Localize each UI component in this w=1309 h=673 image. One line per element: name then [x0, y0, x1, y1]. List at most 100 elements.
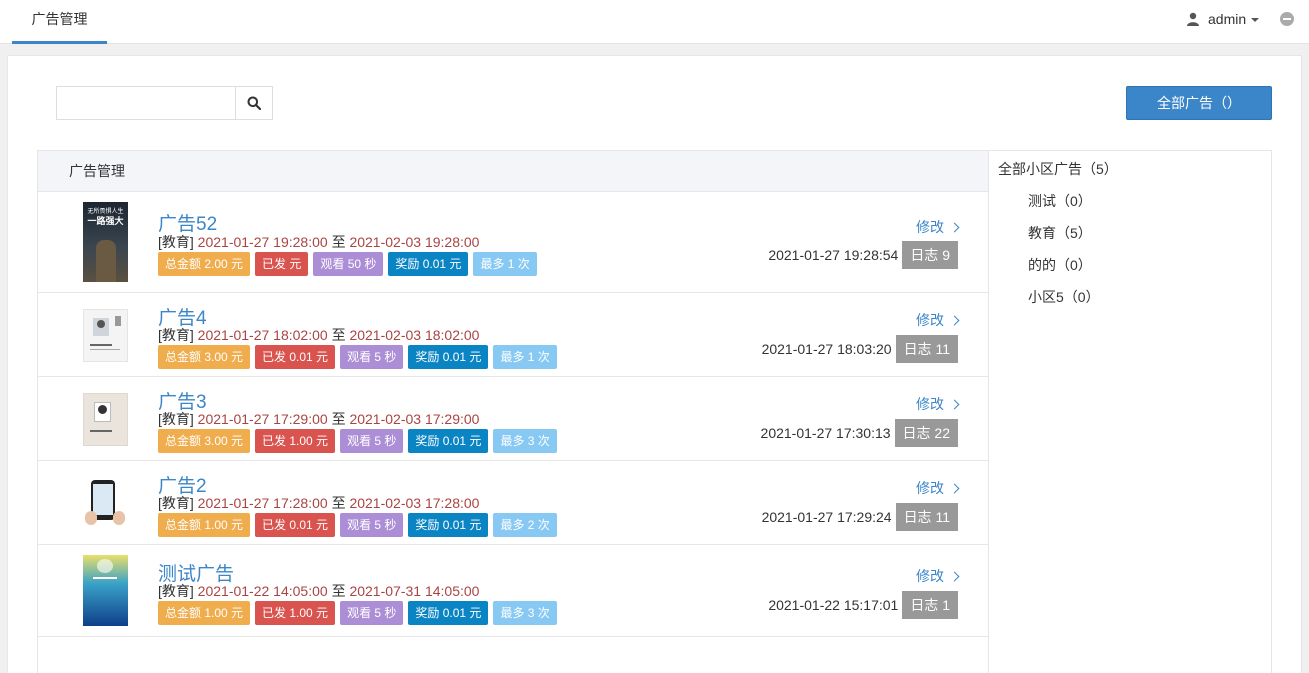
search-icon	[247, 96, 261, 110]
ad-time-wrap: 2021-01-27 18:03:20 日志 11	[762, 335, 958, 363]
log-button[interactable]: 日志 22	[894, 419, 958, 447]
ad-created-time: 2021-01-22 15:17:01	[768, 597, 899, 613]
ad-start: 2021-01-27 18:02:00	[197, 327, 328, 343]
category-item[interactable]: 的的（0）	[1028, 255, 1092, 275]
edit-link[interactable]: 修改	[916, 310, 960, 330]
badge-total: 总金额 2.00 元	[158, 252, 251, 276]
badge-watch: 观看 5 秒	[340, 513, 404, 537]
tab-ad-management[interactable]: 广告管理	[12, 0, 107, 44]
thumb-text-1: 无所畏惧人生	[87, 209, 124, 215]
ad-category: [教育]	[158, 234, 194, 250]
ad-end: 2021-02-03 18:02:00	[349, 327, 480, 343]
ad-time-wrap: 2021-01-27 17:29:24 日志 11	[762, 503, 958, 531]
ad-thumbnail[interactable]	[83, 309, 128, 362]
ad-meta: [教育] 2021-01-27 18:02:00 至 2021-02-03 18…	[158, 325, 479, 345]
ad-row: 广告3 [教育] 2021-01-27 17:29:00 至 2021-02-0…	[38, 377, 988, 461]
ad-time-wrap: 2021-01-27 17:30:13 日志 22	[761, 419, 958, 447]
ad-thumbnail[interactable]: 无所畏惧人生 一路强大	[83, 202, 128, 282]
log-button[interactable]: 日志 1	[902, 591, 958, 619]
ad-thumbnail[interactable]	[83, 477, 128, 530]
badge-sent: 已发 0.01 元	[255, 345, 336, 369]
badge-watch: 观看 5 秒	[340, 429, 404, 453]
badge-reward: 奖励 0.01 元	[408, 601, 489, 625]
ad-badges: 总金额 2.00 元 已发 元 观看 50 秒 奖励 0.01 元 最多 1 次	[158, 252, 537, 276]
ad-category: [教育]	[158, 327, 194, 343]
ad-badges: 总金额 1.00 元 已发 0.01 元 观看 5 秒 奖励 0.01 元 最多…	[158, 513, 557, 537]
chevron-right-icon	[949, 399, 960, 409]
badge-max: 最多 3 次	[493, 601, 557, 625]
chevron-right-icon	[949, 315, 960, 325]
category-item[interactable]: 教育（5）	[1028, 223, 1092, 243]
ad-start: 2021-01-22 14:05:00	[197, 583, 328, 599]
badge-reward: 奖励 0.01 元	[408, 513, 489, 537]
badge-watch: 观看 5 秒	[340, 601, 404, 625]
ad-to: 至	[331, 495, 346, 511]
ad-category: [教育]	[158, 411, 194, 427]
edit-link[interactable]: 修改	[916, 566, 960, 586]
badge-reward: 奖励 0.01 元	[408, 345, 489, 369]
category-item[interactable]: 小区5（0）	[1028, 287, 1100, 307]
badge-total: 总金额 3.00 元	[158, 429, 251, 453]
badge-sent: 已发 元	[255, 252, 309, 276]
badge-watch: 观看 5 秒	[340, 345, 404, 369]
ad-end: 2021-02-03 17:29:00	[349, 411, 480, 427]
badge-total: 总金额 3.00 元	[158, 345, 251, 369]
ad-created-time: 2021-01-27 19:28:54	[768, 247, 899, 263]
category-all[interactable]: 全部小区广告（5）	[998, 159, 1118, 179]
edit-label: 修改	[916, 480, 944, 496]
message-icon[interactable]	[1280, 12, 1294, 26]
thumb-text-2: 一路强大	[87, 216, 124, 226]
log-button[interactable]: 日志 9	[902, 241, 958, 269]
ad-meta: [教育] 2021-01-22 14:05:00 至 2021-07-31 14…	[158, 581, 479, 601]
list-header: 广告管理	[38, 151, 988, 192]
edit-link[interactable]: 修改	[916, 478, 960, 498]
ad-category: [教育]	[158, 583, 194, 599]
ad-to: 至	[331, 234, 346, 250]
badge-sent: 已发 1.00 元	[255, 429, 336, 453]
ad-category: [教育]	[158, 495, 194, 511]
ad-meta: [教育] 2021-01-27 19:28:00 至 2021-02-03 19…	[158, 232, 479, 252]
category-item[interactable]: 测试（0）	[1028, 191, 1092, 211]
ad-end: 2021-02-03 19:28:00	[349, 234, 480, 250]
search-input[interactable]	[57, 87, 235, 119]
ad-end: 2021-02-03 17:28:00	[349, 495, 480, 511]
badge-sent: 已发 1.00 元	[255, 601, 336, 625]
ad-row: 广告4 [教育] 2021-01-27 18:02:00 至 2021-02-0…	[38, 293, 988, 377]
edit-label: 修改	[916, 568, 944, 584]
ad-to: 至	[331, 411, 346, 427]
search-box	[56, 86, 273, 120]
badge-max: 最多 1 次	[493, 345, 557, 369]
user-menu[interactable]: admin	[1186, 10, 1260, 28]
ad-thumbnail[interactable]	[83, 393, 128, 446]
ad-to: 至	[331, 327, 346, 343]
search-button[interactable]	[235, 87, 272, 119]
ad-thumbnail[interactable]	[83, 555, 128, 626]
ad-to: 至	[331, 583, 346, 599]
user-icon	[1187, 12, 1199, 26]
ad-row: 测试广告 [教育] 2021-01-22 14:05:00 至 2021-07-…	[38, 545, 988, 637]
ad-time-wrap: 2021-01-27 19:28:54 日志 9	[768, 241, 958, 269]
ad-start: 2021-01-27 17:28:00	[197, 495, 328, 511]
ad-row: 无所畏惧人生 一路强大 广告52 [教育] 2021-01-27 19:28:0…	[38, 192, 988, 293]
chevron-right-icon	[949, 483, 960, 493]
ad-badges: 总金额 3.00 元 已发 1.00 元 观看 5 秒 奖励 0.01 元 最多…	[158, 429, 557, 453]
ad-list: 广告管理 无所畏惧人生 一路强大 广告52 [教育] 2021-01-27 19…	[37, 150, 988, 673]
badge-sent: 已发 0.01 元	[255, 513, 336, 537]
badge-total: 总金额 1.00 元	[158, 513, 251, 537]
ad-badges: 总金额 1.00 元 已发 1.00 元 观看 5 秒 奖励 0.01 元 最多…	[158, 601, 557, 625]
edit-link[interactable]: 修改	[916, 394, 960, 414]
badge-reward: 奖励 0.01 元	[388, 252, 469, 276]
badge-max: 最多 1 次	[473, 252, 537, 276]
edit-label: 修改	[916, 312, 944, 328]
edit-label: 修改	[916, 396, 944, 412]
top-bar: 广告管理 admin	[0, 0, 1309, 44]
badge-watch: 观看 50 秒	[313, 252, 384, 276]
edit-link[interactable]: 修改	[916, 217, 960, 237]
ad-meta: [教育] 2021-01-27 17:29:00 至 2021-02-03 17…	[158, 409, 479, 429]
log-button[interactable]: 日志 11	[895, 503, 958, 531]
ad-created-time: 2021-01-27 17:29:24	[761, 509, 892, 525]
log-button[interactable]: 日志 11	[895, 335, 958, 363]
ad-start: 2021-01-27 17:29:00	[197, 411, 328, 427]
user-name: admin	[1208, 11, 1247, 27]
all-ads-button[interactable]: 全部广告（）	[1126, 86, 1272, 120]
